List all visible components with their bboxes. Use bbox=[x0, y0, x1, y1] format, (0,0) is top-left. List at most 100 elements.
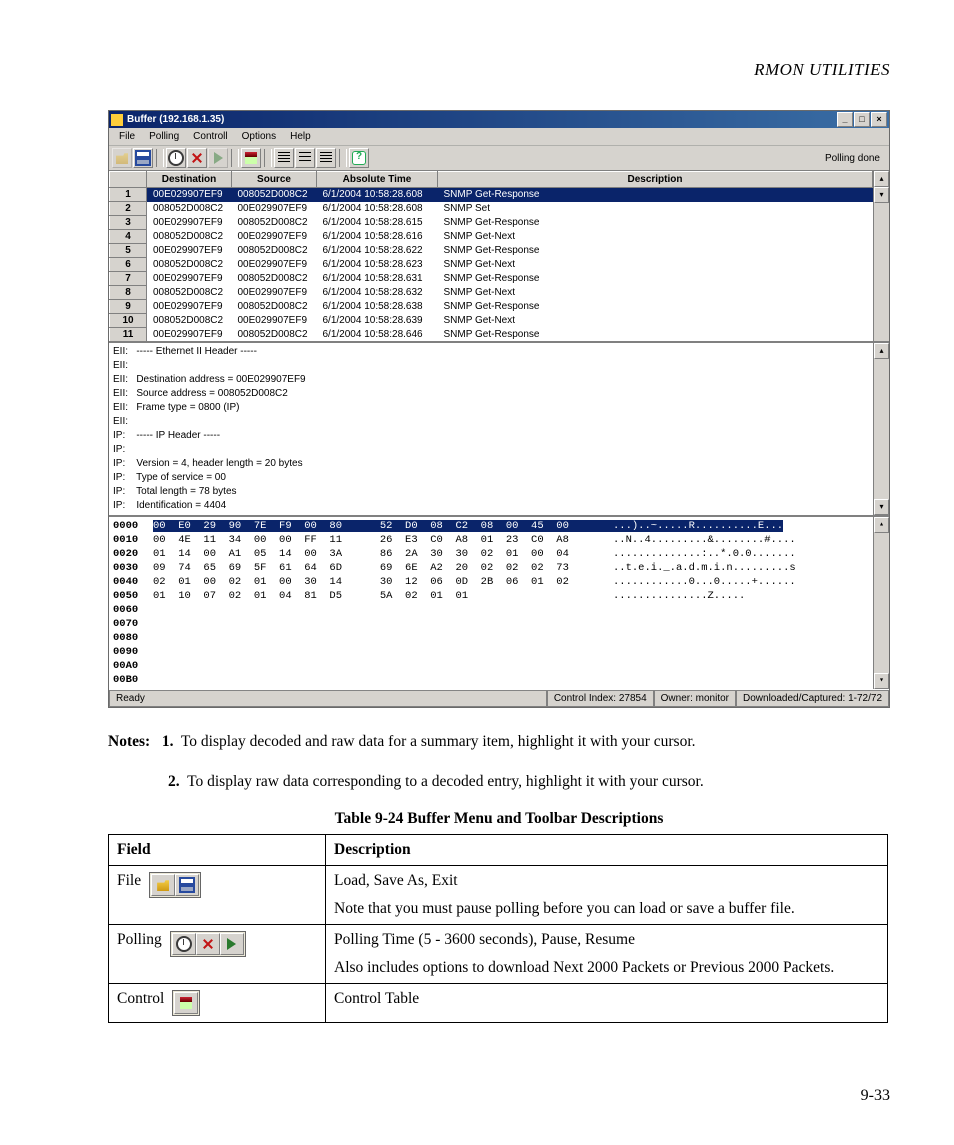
cell-source: 008052D008C2 bbox=[232, 188, 317, 202]
hex-line[interactable]: 00A0 bbox=[113, 659, 869, 673]
table-row[interactable]: 900E029907EF9008052D008C26/1/2004 10:58:… bbox=[110, 300, 873, 314]
control-table-button[interactable] bbox=[241, 148, 261, 168]
decode-line[interactable]: EII: Source address = 008052D008C2 bbox=[113, 387, 869, 401]
menu-options[interactable]: Options bbox=[236, 130, 282, 143]
table-row[interactable]: 2008052D008C200E029907EF96/1/2004 10:58:… bbox=[110, 202, 873, 216]
decode-line[interactable]: IP: Total length = 78 bytes bbox=[113, 485, 869, 499]
cell-time: 6/1/2004 10:58:28.638 bbox=[317, 300, 438, 314]
table-row[interactable]: 10008052D008C200E029907EF96/1/2004 10:58… bbox=[110, 314, 873, 328]
scroll-up-icon[interactable]: ▴ bbox=[874, 517, 889, 533]
menu-help[interactable]: Help bbox=[284, 130, 317, 143]
decode-pane[interactable]: EII: ----- Ethernet II Header -----EII:E… bbox=[109, 343, 873, 515]
maximize-button[interactable]: □ bbox=[854, 112, 870, 127]
table-row[interactable]: 1100E029907EF9008052D008C26/1/2004 10:58… bbox=[110, 328, 873, 342]
status-owner: Owner: monitor bbox=[654, 690, 736, 707]
scroll-down-icon[interactable]: ▾ bbox=[874, 499, 889, 515]
view2-button[interactable] bbox=[295, 148, 315, 168]
polling-time-button[interactable] bbox=[166, 148, 186, 168]
close-button[interactable]: × bbox=[871, 112, 887, 127]
cell-time: 6/1/2004 10:58:28.632 bbox=[317, 286, 438, 300]
list1-icon bbox=[278, 152, 290, 164]
hex-line[interactable]: 00B0 bbox=[113, 673, 869, 687]
hex-line[interactable]: 005001 10 07 02 01 04 81 D5 5A 02 01 01 … bbox=[113, 589, 869, 603]
status-downloaded: Downloaded/Captured: 1-72/72 bbox=[736, 690, 889, 707]
view1-button[interactable] bbox=[274, 148, 294, 168]
cell-description: SNMP Get-Response bbox=[438, 328, 873, 342]
cell-description: SNMP Get-Response bbox=[438, 188, 873, 202]
cell-time: 6/1/2004 10:58:28.623 bbox=[317, 258, 438, 272]
hex-line[interactable]: 004002 01 00 02 01 00 30 14 30 12 06 0D … bbox=[113, 575, 869, 589]
col-destination[interactable]: Destination bbox=[147, 172, 232, 188]
row-number: 3 bbox=[110, 216, 147, 230]
cell-destination: 008052D008C2 bbox=[147, 230, 232, 244]
help-button[interactable]: ? bbox=[349, 148, 369, 168]
hex-scrollbar[interactable]: ▴ ▾ bbox=[873, 517, 889, 689]
table-row[interactable]: 700E029907EF9008052D008C26/1/2004 10:58:… bbox=[110, 272, 873, 286]
menu-polling[interactable]: Polling bbox=[143, 130, 185, 143]
decode-scrollbar[interactable]: ▴ ▾ bbox=[873, 343, 889, 515]
hex-line[interactable]: 0060 bbox=[113, 603, 869, 617]
scroll-down-icon[interactable]: ▾ bbox=[874, 673, 889, 689]
hex-pane[interactable]: 000000 E0 29 90 7E F9 00 80 52 D0 08 C2 … bbox=[109, 517, 873, 689]
resume-icon bbox=[227, 938, 236, 950]
pause-button[interactable] bbox=[187, 148, 207, 168]
table-scrollbar[interactable]: ▴ ▾ bbox=[873, 171, 889, 341]
save-button[interactable] bbox=[133, 148, 153, 168]
col-source[interactable]: Source bbox=[232, 172, 317, 188]
hex-line[interactable]: 0090 bbox=[113, 645, 869, 659]
scroll-up-icon[interactable]: ▴ bbox=[874, 343, 889, 359]
decode-line[interactable]: EII: Destination address = 00E029907EF9 bbox=[113, 373, 869, 387]
table-caption: Table 9-24 Buffer Menu and Toolbar Descr… bbox=[108, 810, 890, 828]
scroll-up-icon[interactable]: ▴ bbox=[874, 171, 889, 187]
col-absolute-time[interactable]: Absolute Time bbox=[317, 172, 438, 188]
scroll-down-icon[interactable]: ▾ bbox=[874, 187, 889, 203]
clock-icon bbox=[176, 936, 192, 952]
cell-time: 6/1/2004 10:58:28.608 bbox=[317, 202, 438, 216]
hex-line[interactable]: 0070 bbox=[113, 617, 869, 631]
field-polling-label: Polling bbox=[117, 931, 162, 949]
open-button[interactable] bbox=[112, 148, 132, 168]
hex-line[interactable]: 0080 bbox=[113, 631, 869, 645]
page-header: RMON UTILITIES bbox=[108, 60, 890, 80]
decode-line[interactable]: IP: Identification = 4404 bbox=[113, 499, 869, 513]
toolbar: ? Polling done bbox=[109, 146, 889, 171]
menubar: File Polling Controll Options Help bbox=[109, 128, 889, 146]
file-desc-1: Load, Save As, Exit bbox=[334, 872, 879, 890]
table-row[interactable]: 100E029907EF9008052D008C26/1/2004 10:58:… bbox=[110, 188, 873, 202]
table-row[interactable]: 500E029907EF9008052D008C26/1/2004 10:58:… bbox=[110, 244, 873, 258]
open-icon bbox=[157, 879, 169, 891]
decode-line[interactable]: EII: Frame type = 0800 (IP) bbox=[113, 401, 869, 415]
cell-description: SNMP Get-Response bbox=[438, 216, 873, 230]
hex-line[interactable]: 001000 4E 11 34 00 00 FF 11 26 E3 C0 A8 … bbox=[113, 533, 869, 547]
pause-button bbox=[196, 933, 220, 955]
table-row[interactable]: 8008052D008C200E029907EF96/1/2004 10:58:… bbox=[110, 286, 873, 300]
cell-source: 008052D008C2 bbox=[232, 328, 317, 342]
resume-button[interactable] bbox=[208, 148, 228, 168]
menu-file[interactable]: File bbox=[113, 130, 141, 143]
menu-control[interactable]: Controll bbox=[187, 130, 233, 143]
decode-line[interactable]: EII: bbox=[113, 359, 869, 373]
cell-time: 6/1/2004 10:58:28.631 bbox=[317, 272, 438, 286]
decode-line[interactable]: EII: bbox=[113, 415, 869, 429]
cell-time: 6/1/2004 10:58:28.608 bbox=[317, 188, 438, 202]
decode-line[interactable]: IP: bbox=[113, 443, 869, 457]
view3-button[interactable] bbox=[316, 148, 336, 168]
cell-description: SNMP Get-Next bbox=[438, 286, 873, 300]
decode-line[interactable]: IP: Type of service = 00 bbox=[113, 471, 869, 485]
cell-source: 008052D008C2 bbox=[232, 272, 317, 286]
minimize-button[interactable]: _ bbox=[837, 112, 853, 127]
control-table-button bbox=[174, 992, 198, 1014]
col-description[interactable]: Description bbox=[438, 172, 873, 188]
table-row[interactable]: 300E029907EF9008052D008C26/1/2004 10:58:… bbox=[110, 216, 873, 230]
table-row[interactable]: 4008052D008C200E029907EF96/1/2004 10:58:… bbox=[110, 230, 873, 244]
decode-line[interactable]: IP: ----- IP Header ----- bbox=[113, 429, 869, 443]
decode-line[interactable]: EII: ----- Ethernet II Header ----- bbox=[113, 345, 869, 359]
cell-destination: 008052D008C2 bbox=[147, 314, 232, 328]
decode-line[interactable]: IP: Version = 4, header length = 20 byte… bbox=[113, 457, 869, 471]
hex-line[interactable]: 000000 E0 29 90 7E F9 00 80 52 D0 08 C2 … bbox=[113, 519, 869, 533]
table-row[interactable]: 6008052D008C200E029907EF96/1/2004 10:58:… bbox=[110, 258, 873, 272]
hex-line[interactable]: 002001 14 00 A1 05 14 00 3A 86 2A 30 30 … bbox=[113, 547, 869, 561]
notes-section: Notes: 1. To display decoded and raw dat… bbox=[108, 730, 890, 794]
cell-source: 00E029907EF9 bbox=[232, 258, 317, 272]
hex-line[interactable]: 003009 74 65 69 5F 61 64 6D 69 6E A2 20 … bbox=[113, 561, 869, 575]
